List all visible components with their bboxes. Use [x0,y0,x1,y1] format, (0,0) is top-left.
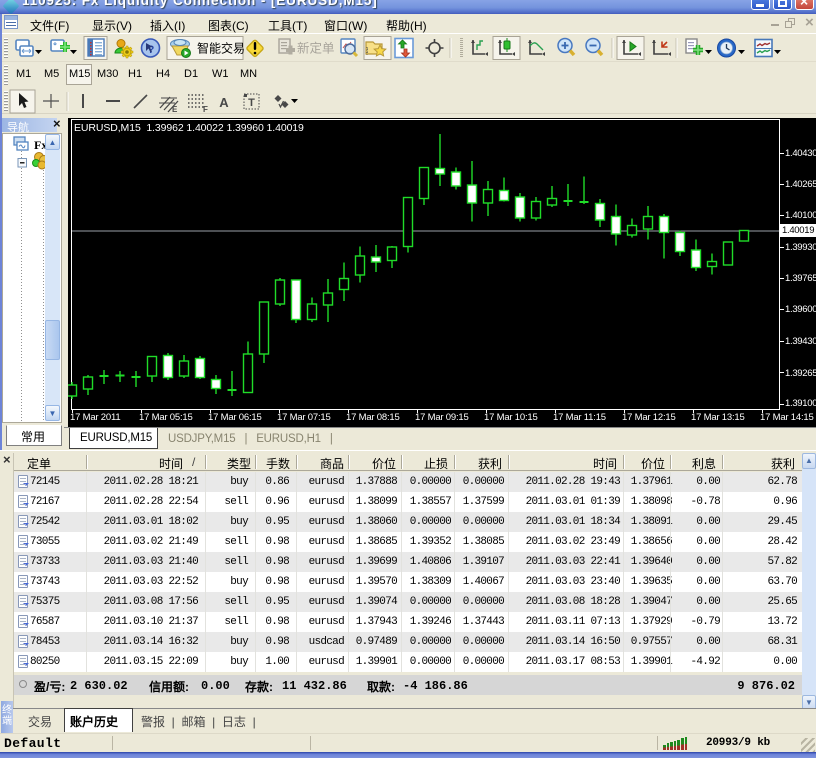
svg-text:F: F [203,105,208,114]
svg-text:新定单: 新定单 [297,41,335,56]
svg-text:E: E [172,105,178,114]
svg-text:智能交易: 智能交易 [197,41,245,56]
svg-text:A: A [219,95,229,110]
svg-text:T: T [248,97,255,109]
